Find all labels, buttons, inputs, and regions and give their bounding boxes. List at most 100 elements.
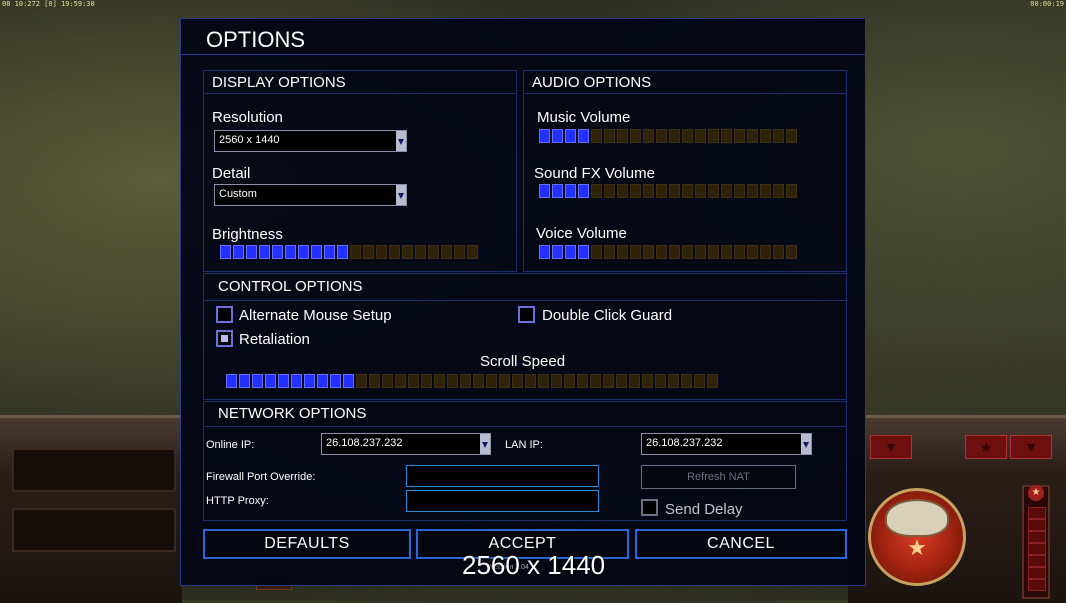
- slider-segment-filled[interactable]: [246, 245, 257, 259]
- slider-segment-filled[interactable]: [539, 245, 550, 259]
- slider-segment-filled[interactable]: [265, 374, 276, 388]
- music-volume-slider[interactable]: [539, 129, 797, 143]
- send-delay-checkbox[interactable]: [641, 499, 658, 516]
- slider-segment-filled[interactable]: [552, 245, 563, 259]
- slider-segment-empty[interactable]: [773, 184, 784, 198]
- hud-tab-down[interactable]: ▼: [1010, 435, 1052, 459]
- slider-segment-filled[interactable]: [578, 129, 589, 143]
- slider-segment-empty[interactable]: [734, 184, 745, 198]
- detail-dropdown[interactable]: Custom: [214, 184, 407, 206]
- slider-segment-filled[interactable]: [298, 245, 309, 259]
- slider-segment-empty[interactable]: [551, 374, 562, 388]
- slider-segment-empty[interactable]: [447, 374, 458, 388]
- slider-segment-empty[interactable]: [643, 245, 654, 259]
- slider-segment-filled[interactable]: [239, 374, 250, 388]
- slider-segment-empty[interactable]: [617, 184, 628, 198]
- hud-tab-down[interactable]: ▼: [870, 435, 912, 459]
- alternate-mouse-checkbox[interactable]: [216, 306, 233, 323]
- slider-segment-empty[interactable]: [747, 245, 758, 259]
- slider-segment-empty[interactable]: [682, 245, 693, 259]
- slider-segment-filled[interactable]: [233, 245, 244, 259]
- slider-segment-empty[interactable]: [695, 245, 706, 259]
- slider-segment-empty[interactable]: [773, 129, 784, 143]
- slider-segment-empty[interactable]: [721, 184, 732, 198]
- slider-segment-empty[interactable]: [643, 184, 654, 198]
- slider-segment-empty[interactable]: [512, 374, 523, 388]
- http-proxy-input[interactable]: [406, 490, 599, 512]
- slider-segment-empty[interactable]: [668, 374, 679, 388]
- slider-segment-empty[interactable]: [421, 374, 432, 388]
- slider-segment-empty[interactable]: [428, 245, 439, 259]
- slider-segment-filled[interactable]: [278, 374, 289, 388]
- slider-segment-empty[interactable]: [694, 374, 705, 388]
- slider-segment-empty[interactable]: [604, 129, 615, 143]
- slider-segment-empty[interactable]: [629, 374, 640, 388]
- slider-segment-empty[interactable]: [669, 245, 680, 259]
- retaliation-checkbox[interactable]: [216, 330, 233, 347]
- double-click-guard-checkbox[interactable]: [518, 306, 535, 323]
- defaults-button[interactable]: DEFAULTS: [203, 529, 411, 559]
- refresh-nat-button[interactable]: Refresh NAT: [641, 465, 796, 489]
- slider-segment-filled[interactable]: [259, 245, 270, 259]
- chevron-down-icon[interactable]: [396, 131, 406, 151]
- slider-segment-empty[interactable]: [747, 129, 758, 143]
- chevron-down-icon[interactable]: [396, 185, 406, 205]
- slider-segment-empty[interactable]: [467, 245, 478, 259]
- slider-segment-empty[interactable]: [630, 184, 641, 198]
- slider-segment-empty[interactable]: [682, 129, 693, 143]
- slider-segment-empty[interactable]: [395, 374, 406, 388]
- slider-segment-empty[interactable]: [363, 245, 374, 259]
- slider-segment-empty[interactable]: [695, 184, 706, 198]
- slider-segment-empty[interactable]: [617, 245, 628, 259]
- slider-segment-filled[interactable]: [578, 184, 589, 198]
- slider-segment-filled[interactable]: [565, 184, 576, 198]
- slider-segment-empty[interactable]: [642, 374, 653, 388]
- slider-segment-filled[interactable]: [552, 129, 563, 143]
- sfx-volume-slider[interactable]: [539, 184, 797, 198]
- slider-segment-empty[interactable]: [643, 129, 654, 143]
- slider-segment-empty[interactable]: [630, 129, 641, 143]
- slider-segment-empty[interactable]: [454, 245, 465, 259]
- slider-segment-empty[interactable]: [786, 129, 797, 143]
- slider-segment-filled[interactable]: [552, 184, 563, 198]
- slider-segment-filled[interactable]: [252, 374, 263, 388]
- slider-segment-filled[interactable]: [565, 129, 576, 143]
- slider-segment-empty[interactable]: [760, 245, 771, 259]
- slider-segment-empty[interactable]: [499, 374, 510, 388]
- slider-segment-filled[interactable]: [539, 129, 550, 143]
- slider-segment-empty[interactable]: [721, 129, 732, 143]
- slider-segment-filled[interactable]: [565, 245, 576, 259]
- slider-segment-empty[interactable]: [473, 374, 484, 388]
- slider-segment-empty[interactable]: [656, 245, 667, 259]
- voice-volume-slider[interactable]: [539, 245, 797, 259]
- slider-segment-empty[interactable]: [707, 374, 718, 388]
- slider-segment-empty[interactable]: [603, 374, 614, 388]
- slider-segment-empty[interactable]: [525, 374, 536, 388]
- slider-segment-filled[interactable]: [311, 245, 322, 259]
- slider-segment-empty[interactable]: [591, 184, 602, 198]
- slider-segment-empty[interactable]: [350, 245, 361, 259]
- slider-segment-empty[interactable]: [708, 184, 719, 198]
- slider-segment-empty[interactable]: [656, 184, 667, 198]
- slider-segment-filled[interactable]: [291, 374, 302, 388]
- slider-segment-empty[interactable]: [669, 129, 680, 143]
- brightness-slider[interactable]: [220, 245, 478, 259]
- slider-segment-empty[interactable]: [786, 245, 797, 259]
- slider-segment-empty[interactable]: [591, 129, 602, 143]
- slider-segment-empty[interactable]: [708, 129, 719, 143]
- slider-segment-empty[interactable]: [681, 374, 692, 388]
- slider-segment-empty[interactable]: [538, 374, 549, 388]
- slider-segment-empty[interactable]: [369, 374, 380, 388]
- scroll-speed-slider[interactable]: [226, 374, 718, 388]
- slider-segment-empty[interactable]: [721, 245, 732, 259]
- slider-segment-empty[interactable]: [747, 184, 758, 198]
- slider-segment-empty[interactable]: [486, 374, 497, 388]
- slider-segment-empty[interactable]: [382, 374, 393, 388]
- slider-segment-empty[interactable]: [564, 374, 575, 388]
- slider-segment-empty[interactable]: [734, 129, 745, 143]
- slider-segment-empty[interactable]: [604, 245, 615, 259]
- slider-segment-empty[interactable]: [695, 129, 706, 143]
- slider-segment-empty[interactable]: [760, 184, 771, 198]
- slider-segment-empty[interactable]: [415, 245, 426, 259]
- slider-segment-empty[interactable]: [389, 245, 400, 259]
